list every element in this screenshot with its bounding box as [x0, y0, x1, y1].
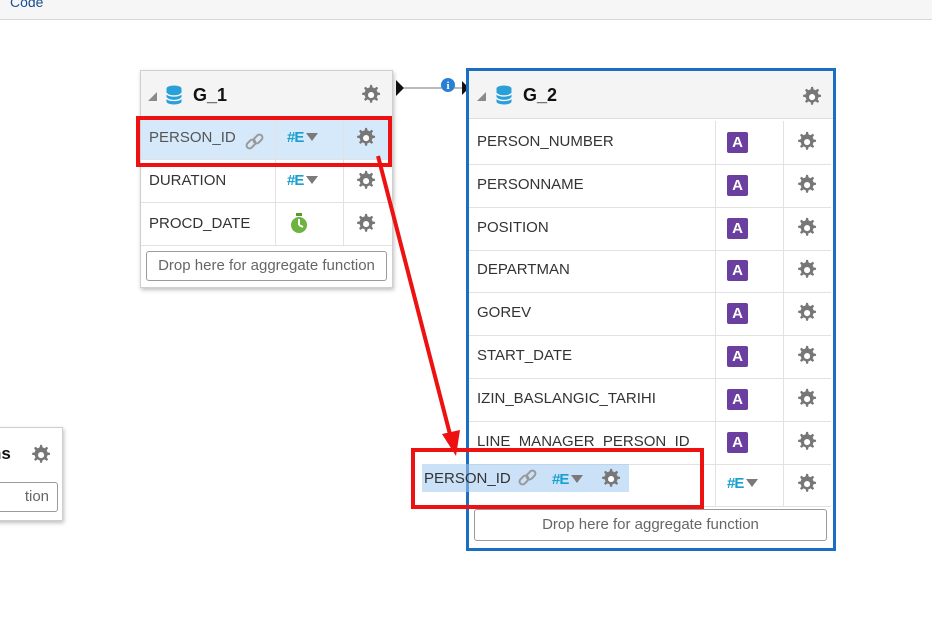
- database-icon: [166, 85, 182, 105]
- string-type-icon: A: [727, 346, 748, 367]
- aggregate-drop-zone[interactable]: Drop here for aggregate function: [146, 251, 387, 281]
- column-row-procd-date[interactable]: PROCD_DATE: [141, 203, 392, 246]
- column-name-cell: DEPARTMAN: [469, 249, 716, 293]
- column-row[interactable]: DEPARTMAN A: [469, 249, 831, 294]
- collapse-icon[interactable]: [477, 92, 486, 101]
- column-type-dropdown[interactable]: A: [715, 377, 784, 421]
- column-row[interactable]: START_DATE A: [469, 335, 831, 379]
- column-row[interactable]: POSITION A: [469, 206, 831, 251]
- annotation-arrow: [376, 155, 460, 456]
- database-icon: [496, 85, 512, 105]
- group-g1-header[interactable]: G_1: [141, 71, 392, 118]
- group-title: G_1: [193, 85, 228, 105]
- column-name-cell: PROCD_DATE: [141, 203, 276, 245]
- number-type-icon: #E: [727, 475, 759, 492]
- group-title: ns: [0, 444, 11, 463]
- svg-text:i: i: [446, 80, 449, 92]
- string-type-icon: A: [727, 303, 748, 325]
- column-type-dropdown[interactable]: A: [715, 249, 784, 293]
- column-row[interactable]: PERSON_NUMBER A: [469, 121, 831, 165]
- column-name-cell: POSITION: [469, 206, 716, 250]
- top-toolbar: Code: [0, 0, 932, 20]
- aggregate-drop-zone[interactable]: tion: [0, 482, 58, 512]
- column-name: DURATION: [149, 172, 227, 189]
- code-link[interactable]: Code: [10, 0, 43, 10]
- column-name: POSITION: [477, 218, 549, 236]
- column-settings-gear-icon[interactable]: [796, 174, 818, 196]
- column-name: PERSONNAME: [477, 175, 584, 193]
- string-type-icon: A: [727, 132, 748, 153]
- string-type-icon: A: [727, 174, 748, 196]
- column-settings-gear-icon[interactable]: [796, 431, 818, 453]
- collapse-icon[interactable]: [148, 92, 157, 101]
- string-type-icon: A: [727, 431, 748, 453]
- column-type-dropdown[interactable]: A: [715, 121, 784, 164]
- group-partial[interactable]: ns tion: [0, 427, 63, 521]
- column-row[interactable]: IZIN_BASLANGIC_TARIHI A: [469, 377, 831, 422]
- group-settings-gear-icon[interactable]: [30, 444, 52, 466]
- column-type-dropdown[interactable]: A: [715, 292, 784, 336]
- column-name-cell: START_DATE: [469, 335, 716, 378]
- column-name: START_DATE: [477, 347, 573, 364]
- column-name: PERSON_NUMBER: [477, 133, 614, 150]
- group-settings-gear-icon[interactable]: [360, 84, 382, 106]
- column-row[interactable]: GOREV A: [469, 292, 831, 337]
- column-name: DEPARTMAN: [477, 261, 570, 279]
- string-type-icon: A: [727, 388, 748, 410]
- column-settings-gear-icon[interactable]: [796, 302, 818, 324]
- date-type-icon: [291, 213, 307, 233]
- column-type-dropdown[interactable]: A: [715, 335, 784, 378]
- column-type-dropdown[interactable]: #E: [715, 463, 784, 507]
- group-g1[interactable]: G_1 PERSON_ID #E DURATION #E PROCD_DATE: [140, 70, 393, 288]
- column-settings-gear-icon[interactable]: [796, 388, 818, 410]
- column-name: GOREV: [477, 304, 532, 322]
- column-type-dropdown[interactable]: A: [715, 420, 784, 464]
- annotation-box-source: [136, 116, 392, 167]
- column-name-cell: IZIN_BASLANGIC_TARIHI: [469, 377, 716, 421]
- column-settings-gear-icon[interactable]: [796, 217, 818, 239]
- column-name: PROCD_DATE: [149, 215, 251, 232]
- group-title: G_2: [523, 85, 558, 105]
- group-link-connector[interactable]: i: [394, 76, 470, 102]
- aggregate-drop-zone[interactable]: Drop here for aggregate function: [474, 509, 827, 541]
- string-type-icon: A: [727, 260, 748, 282]
- column-type-dropdown[interactable]: [275, 203, 344, 245]
- group-settings-gear-icon[interactable]: [801, 86, 823, 108]
- column-name-cell: PERSONNAME: [469, 163, 716, 207]
- number-type-icon: #E: [287, 172, 319, 189]
- column-name-cell: GOREV: [469, 292, 716, 336]
- column-type-dropdown[interactable]: A: [715, 206, 784, 250]
- column-settings-gear-icon[interactable]: [796, 131, 818, 153]
- column-type-dropdown[interactable]: A: [715, 163, 784, 207]
- column-settings-gear-icon[interactable]: [796, 259, 818, 281]
- column-name-cell: PERSON_NUMBER: [469, 121, 716, 164]
- column-settings-gear-icon[interactable]: [796, 345, 818, 367]
- string-type-icon: A: [727, 217, 748, 239]
- column-settings-gear-icon[interactable]: [796, 473, 818, 495]
- column-name: IZIN_BASLANGIC_TARIHI: [477, 389, 656, 407]
- group-g2-header[interactable]: G_2: [469, 71, 833, 119]
- column-row[interactable]: PERSONNAME A: [469, 163, 831, 208]
